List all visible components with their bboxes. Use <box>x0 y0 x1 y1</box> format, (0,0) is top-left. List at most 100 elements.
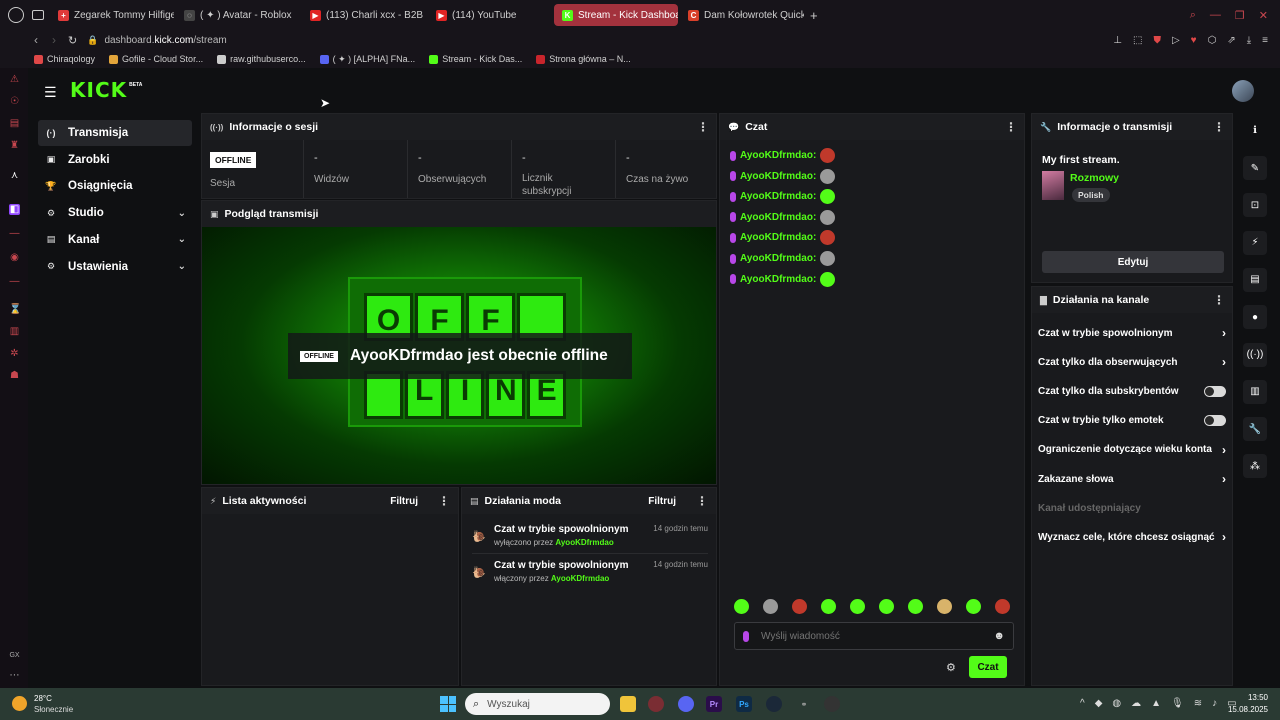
tab-workspace-icon[interactable] <box>32 10 44 20</box>
taskbar-search[interactable]: ⌕ Wyszukaj <box>465 693 610 715</box>
tray-chevron-icon[interactable]: ^ <box>1080 698 1085 709</box>
emote-shortcut-icon[interactable] <box>908 599 923 614</box>
kick-sidebar-icon[interactable]: ⋏ <box>9 170 20 181</box>
layout-icon[interactable]: ▥ <box>1243 379 1267 404</box>
gx-control-icon[interactable]: ⚠ <box>9 74 20 85</box>
users-icon[interactable]: ⁂ <box>1243 454 1267 479</box>
tray-app-icon[interactable]: ◆ <box>1095 698 1103 709</box>
browser-tab-4[interactable]: K Stream - Kick Dashboard <box>554 4 678 26</box>
new-tab-plus-icon[interactable]: + <box>810 8 818 23</box>
mod-action-user[interactable]: AyooKDfrmdao <box>555 538 613 547</box>
heart-icon[interactable]: ♥ <box>1191 35 1197 46</box>
bookmark-1[interactable]: Gofile - Cloud Stor... <box>109 54 203 64</box>
steam-icon[interactable] <box>766 696 782 712</box>
chat-username[interactable]: AyooKDfrmdao: <box>740 253 816 264</box>
activity-filter-button[interactable]: Filtruj <box>390 496 418 507</box>
gx-cleaner-icon[interactable]: ▤ <box>9 118 20 129</box>
emote-shortcut-icon[interactable] <box>937 599 952 614</box>
emote-shortcut-icon[interactable] <box>821 599 836 614</box>
microphone-icon[interactable] <box>743 630 749 642</box>
reload-icon[interactable]: ↻ <box>68 34 77 47</box>
stream-info-more-icon[interactable]: ⋮ <box>1213 120 1225 134</box>
volume-icon[interactable]: ♪ <box>1212 698 1217 709</box>
emote-shortcut-icon[interactable] <box>734 599 749 614</box>
chevron-down-icon[interactable]: ⌄ <box>178 234 186 245</box>
sun-weather-icon[interactable] <box>12 696 27 711</box>
bookmark-3[interactable]: ( ✦ ) [ALPHA] FNa... <box>319 54 415 65</box>
user-avatar[interactable] <box>1232 80 1254 102</box>
browser-tab-3[interactable]: ▶ (114) YouTube <box>428 4 552 26</box>
back-arrow-icon[interactable]: ‹ <box>34 33 38 47</box>
toggle-switch[interactable] <box>1204 385 1226 397</box>
edit-stream-info-button[interactable]: Edytuj <box>1042 251 1224 273</box>
photoshop-icon[interactable]: Ps <box>736 696 752 712</box>
kick-logo[interactable]: KICK BETA <box>70 78 142 102</box>
twitch-icon[interactable]: ◧ <box>9 204 20 215</box>
gx-corner-icon[interactable]: ☉ <box>9 96 20 107</box>
search-tabs-icon[interactable]: ⌕ <box>1190 9 1196 22</box>
browser-tab-2[interactable]: ▶ (113) Charli xcx - B2B (Be <box>302 4 426 26</box>
more-sidebar-icon[interactable]: ⋯ <box>9 670 20 681</box>
chat-input-box[interactable]: ☻ <box>734 622 1014 650</box>
chat-username[interactable]: AyooKDfrmdao: <box>740 191 816 202</box>
nav-item-3[interactable]: ⚙ Studio ⌄ <box>38 200 192 226</box>
gamepad-icon[interactable]: ▥ <box>9 326 20 337</box>
menu-icon[interactable]: ≡ <box>1262 35 1268 46</box>
lightning-icon[interactable]: ⚡ <box>1243 230 1267 255</box>
minimize-icon[interactable]: — <box>1210 9 1221 22</box>
extensions-sidebar-icon[interactable]: ✲ <box>9 348 20 359</box>
chevron-right-icon[interactable]: › <box>1222 326 1226 340</box>
opera-gx-taskbar-icon[interactable] <box>648 696 664 712</box>
nav-item-0[interactable]: (·) Transmisja <box>38 120 192 146</box>
gx-hot-tabs-icon[interactable]: ♜ <box>9 140 20 151</box>
emote-shortcut-icon[interactable] <box>850 599 865 614</box>
chevron-right-icon[interactable]: › <box>1222 472 1226 486</box>
obs-icon[interactable] <box>824 696 840 712</box>
player-icon[interactable]: ▷ <box>1172 35 1180 46</box>
chat-settings-gear-icon[interactable]: ⚙ <box>946 661 956 674</box>
qr-icon[interactable]: ⊡ <box>1243 193 1267 218</box>
close-window-icon[interactable]: ✕ <box>1259 9 1268 22</box>
hamburger-menu-icon[interactable]: ☰ <box>44 84 57 101</box>
emoji-picker-icon[interactable]: ☻ <box>993 630 1005 642</box>
player-sidebar-icon[interactable]: ◉ <box>9 252 20 263</box>
tray-steam-icon[interactable]: ◍ <box>1112 698 1121 709</box>
chevron-down-icon[interactable]: ⌄ <box>178 208 186 219</box>
settings-sidebar-icon[interactable]: ☗ <box>9 370 20 381</box>
category-link[interactable]: Rozmowy <box>1070 172 1119 184</box>
chat-message-input[interactable] <box>761 630 982 642</box>
tray-mic-icon[interactable]: 🎙 <box>1171 698 1184 709</box>
adblock-shield-icon[interactable]: ⛊ <box>1153 35 1161 46</box>
premiere-icon[interactable]: Pr <box>706 696 722 712</box>
pencil-icon[interactable]: ✎ <box>1243 156 1267 180</box>
discord-icon[interactable] <box>678 696 694 712</box>
download-icon[interactable]: ⤓ <box>1247 35 1251 46</box>
document-icon[interactable]: ▤ <box>1243 267 1267 292</box>
chat-username[interactable]: AyooKDfrmdao: <box>740 232 816 243</box>
channel-action-item[interactable]: Wyznacz cele, które chcesz osiągnąć › <box>1038 523 1226 551</box>
chevron-right-icon[interactable]: › <box>1222 355 1226 369</box>
chevron-down-icon[interactable]: ⌄ <box>178 261 186 272</box>
channel-action-item[interactable]: Czat w trybie tylko emotek <box>1038 407 1226 435</box>
chat-send-button[interactable]: Czat <box>969 656 1007 678</box>
history-icon[interactable]: ⌛ <box>9 304 21 315</box>
windows-start-icon[interactable] <box>440 696 456 712</box>
chevron-right-icon[interactable]: › <box>1222 443 1226 457</box>
nav-item-4[interactable]: ▤ Kanał ⌄ <box>38 227 192 253</box>
wifi-icon[interactable]: ≋ <box>1194 698 1202 709</box>
chat-username[interactable]: AyooKDfrmdao: <box>740 171 816 182</box>
browser-tab-0[interactable]: + Zegarek Tommy Hilfiger <box>50 4 174 26</box>
app-icon[interactable]: ⚭ <box>796 696 812 712</box>
browser-tab-5[interactable]: C Dam Kołowrotek Quick Fi <box>680 4 804 26</box>
url-field[interactable]: dashboard.kick.com/stream <box>104 35 226 46</box>
session-more-icon[interactable]: ⋮ <box>697 120 709 134</box>
nav-item-5[interactable]: ⚙ Ustawienia ⌄ <box>38 254 192 280</box>
chat-more-icon[interactable]: ⋮ <box>1005 120 1017 134</box>
tray-cloud-icon[interactable]: ☁ <box>1131 698 1141 709</box>
browser-tab-1[interactable]: ◌ ( ✦ ) Avatar - Roblox <box>176 4 300 26</box>
emote-shortcut-icon[interactable] <box>966 599 981 614</box>
tray-nvidia-icon[interactable]: ▲ <box>1151 698 1161 709</box>
toggle-switch[interactable] <box>1204 415 1226 427</box>
bookmark-0[interactable]: Chiraqology <box>34 54 95 64</box>
activity-more-icon[interactable]: ⋮ <box>438 494 450 508</box>
